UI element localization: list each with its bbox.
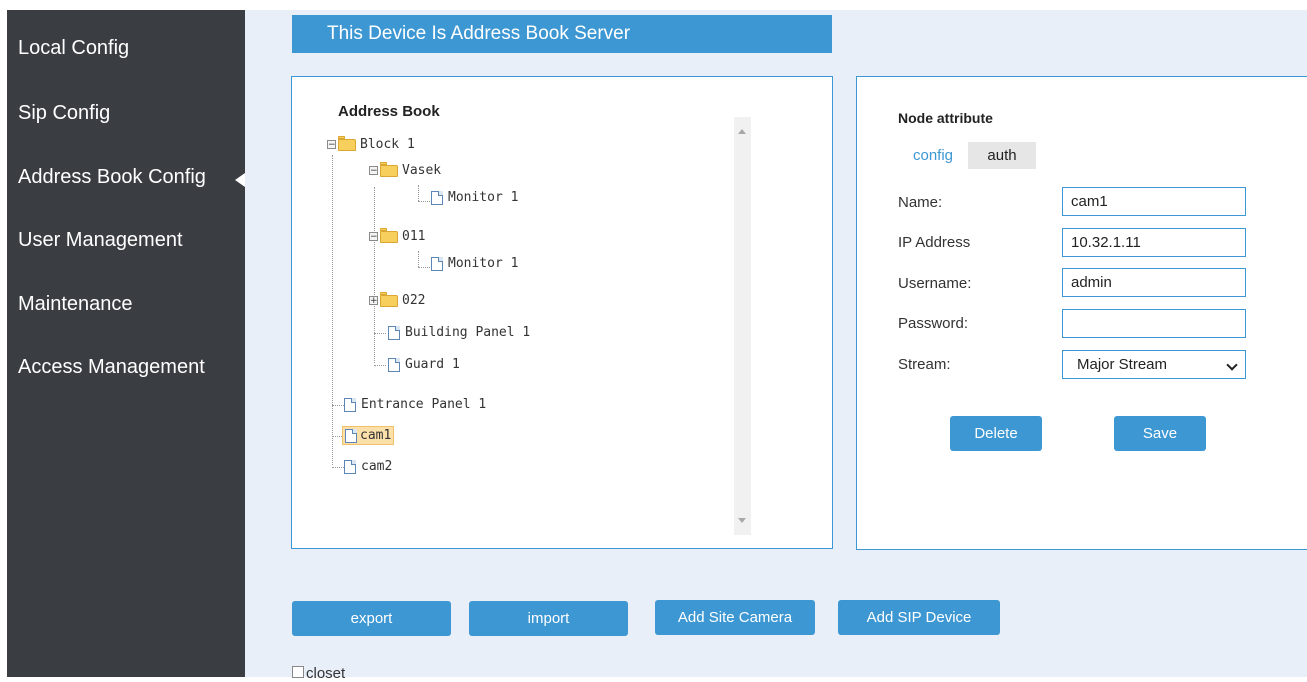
collapse-icon[interactable]: − xyxy=(369,166,378,176)
tree-connector xyxy=(418,201,430,202)
import-button[interactable]: import xyxy=(469,601,628,636)
closet-label: closet xyxy=(306,665,346,682)
tree-connector xyxy=(374,333,386,334)
collapse-icon[interactable]: − xyxy=(327,140,336,150)
sidebar: Local Config Sip Config Address Book Con… xyxy=(7,10,245,677)
tree-node-cam1[interactable]: cam1 xyxy=(342,426,395,446)
tree-node-block-1[interactable]: − Block 1 xyxy=(327,135,417,155)
stream-label: Stream: xyxy=(898,356,951,373)
tree-connector xyxy=(374,365,386,366)
name-label: Name: xyxy=(898,194,943,211)
nav-sip-config[interactable]: Sip Config xyxy=(18,102,110,125)
tree-connector xyxy=(332,405,344,406)
tree-node-label: Monitor 1 xyxy=(448,190,519,205)
tree-node-cam2[interactable]: cam2 xyxy=(344,457,394,477)
name-field[interactable] xyxy=(1062,187,1246,216)
expand-icon[interactable]: + xyxy=(369,296,378,306)
active-nav-indicator xyxy=(235,173,245,187)
nav-user-management[interactable]: User Management xyxy=(18,229,183,252)
tree-node-022[interactable]: +022 xyxy=(369,291,427,311)
collapse-icon[interactable]: − xyxy=(369,232,378,242)
add-site-camera-button[interactable]: Add Site Camera xyxy=(655,600,815,635)
node-attribute-panel: Node attribute config auth Name: IP Addr… xyxy=(856,76,1307,550)
tree-connector xyxy=(418,251,419,267)
document-icon xyxy=(431,190,443,205)
tab-auth[interactable]: auth xyxy=(968,142,1036,169)
document-icon xyxy=(344,397,356,412)
stream-select[interactable]: Major Stream xyxy=(1062,350,1246,379)
tree-node-label: 022 xyxy=(402,293,426,308)
tree-connector xyxy=(332,155,333,465)
node-attribute-title: Node attribute xyxy=(898,110,993,126)
tree-connector xyxy=(418,185,419,201)
password-label: Password: xyxy=(898,315,969,332)
tree-node-entrance-panel[interactable]: Entrance Panel 1 xyxy=(344,395,488,415)
password-field[interactable] xyxy=(1062,309,1246,338)
tab-config[interactable]: config xyxy=(898,142,968,169)
ip-address-label: IP Address xyxy=(898,234,971,251)
document-icon xyxy=(345,428,357,443)
nav-access-management[interactable]: Access Management xyxy=(18,356,205,379)
tree-node-label: Guard 1 xyxy=(405,357,460,372)
tree-node-label: Monitor 1 xyxy=(448,256,519,271)
tree-connector xyxy=(374,187,375,363)
nav-address-book-config[interactable]: Address Book Config xyxy=(18,166,206,189)
nav-maintenance[interactable]: Maintenance xyxy=(18,293,133,316)
address-book-panel: Address Book − Block 1 − Vasek Monitor 1 −… xyxy=(291,76,833,549)
tree-node-guard[interactable]: Guard 1 xyxy=(388,355,462,375)
ip-address-field[interactable] xyxy=(1062,228,1246,257)
tree-node-vasek[interactable]: − Vasek xyxy=(369,161,443,181)
stream-selected-value: Major Stream xyxy=(1077,356,1168,373)
chevron-down-icon xyxy=(1226,359,1238,371)
nav-local-config[interactable]: Local Config xyxy=(18,37,129,60)
add-sip-device-button[interactable]: Add SIP Device xyxy=(838,600,1000,635)
address-book-title: Address Book xyxy=(338,103,440,120)
document-icon xyxy=(344,459,356,474)
tree-connector xyxy=(418,267,430,268)
page-title-banner: This Device Is Address Book Server xyxy=(292,15,832,53)
tree-node-011-monitor[interactable]: Monitor 1 xyxy=(431,254,520,274)
tree-node-label: Block 1 xyxy=(360,137,415,152)
tree-node-label: Entrance Panel 1 xyxy=(361,397,487,412)
document-icon xyxy=(388,357,400,372)
tree-node-label: cam1 xyxy=(342,426,395,445)
tree-connector xyxy=(332,467,344,468)
tree-node-vasek-monitor[interactable]: Monitor 1 xyxy=(431,188,520,208)
main-content: This Device Is Address Book Server Addre… xyxy=(245,10,1307,682)
export-button[interactable]: export xyxy=(292,601,451,636)
tree-node-text: cam1 xyxy=(360,428,392,443)
document-icon xyxy=(388,325,400,340)
username-label: Username: xyxy=(898,275,972,292)
scroll-down-icon[interactable] xyxy=(738,518,746,523)
folder-icon xyxy=(380,291,398,307)
tree-node-label: Vasek xyxy=(402,163,442,178)
folder-icon xyxy=(380,227,398,243)
username-field[interactable] xyxy=(1062,268,1246,297)
tree-node-label: cam2 xyxy=(361,459,393,474)
closet-checkbox[interactable] xyxy=(292,666,304,678)
tree-scrollbar[interactable] xyxy=(734,117,751,535)
tree-node-building-panel[interactable]: Building Panel 1 xyxy=(388,323,532,343)
folder-icon xyxy=(380,161,398,177)
scroll-up-icon[interactable] xyxy=(738,129,746,134)
save-button[interactable]: Save xyxy=(1114,416,1206,451)
document-icon xyxy=(431,256,443,271)
tree-node-label: 011 xyxy=(402,229,426,244)
delete-button[interactable]: Delete xyxy=(950,416,1042,451)
tree-node-011[interactable]: − 011 xyxy=(369,227,427,247)
tree-node-label: Building Panel 1 xyxy=(405,325,531,340)
folder-icon xyxy=(338,135,356,151)
